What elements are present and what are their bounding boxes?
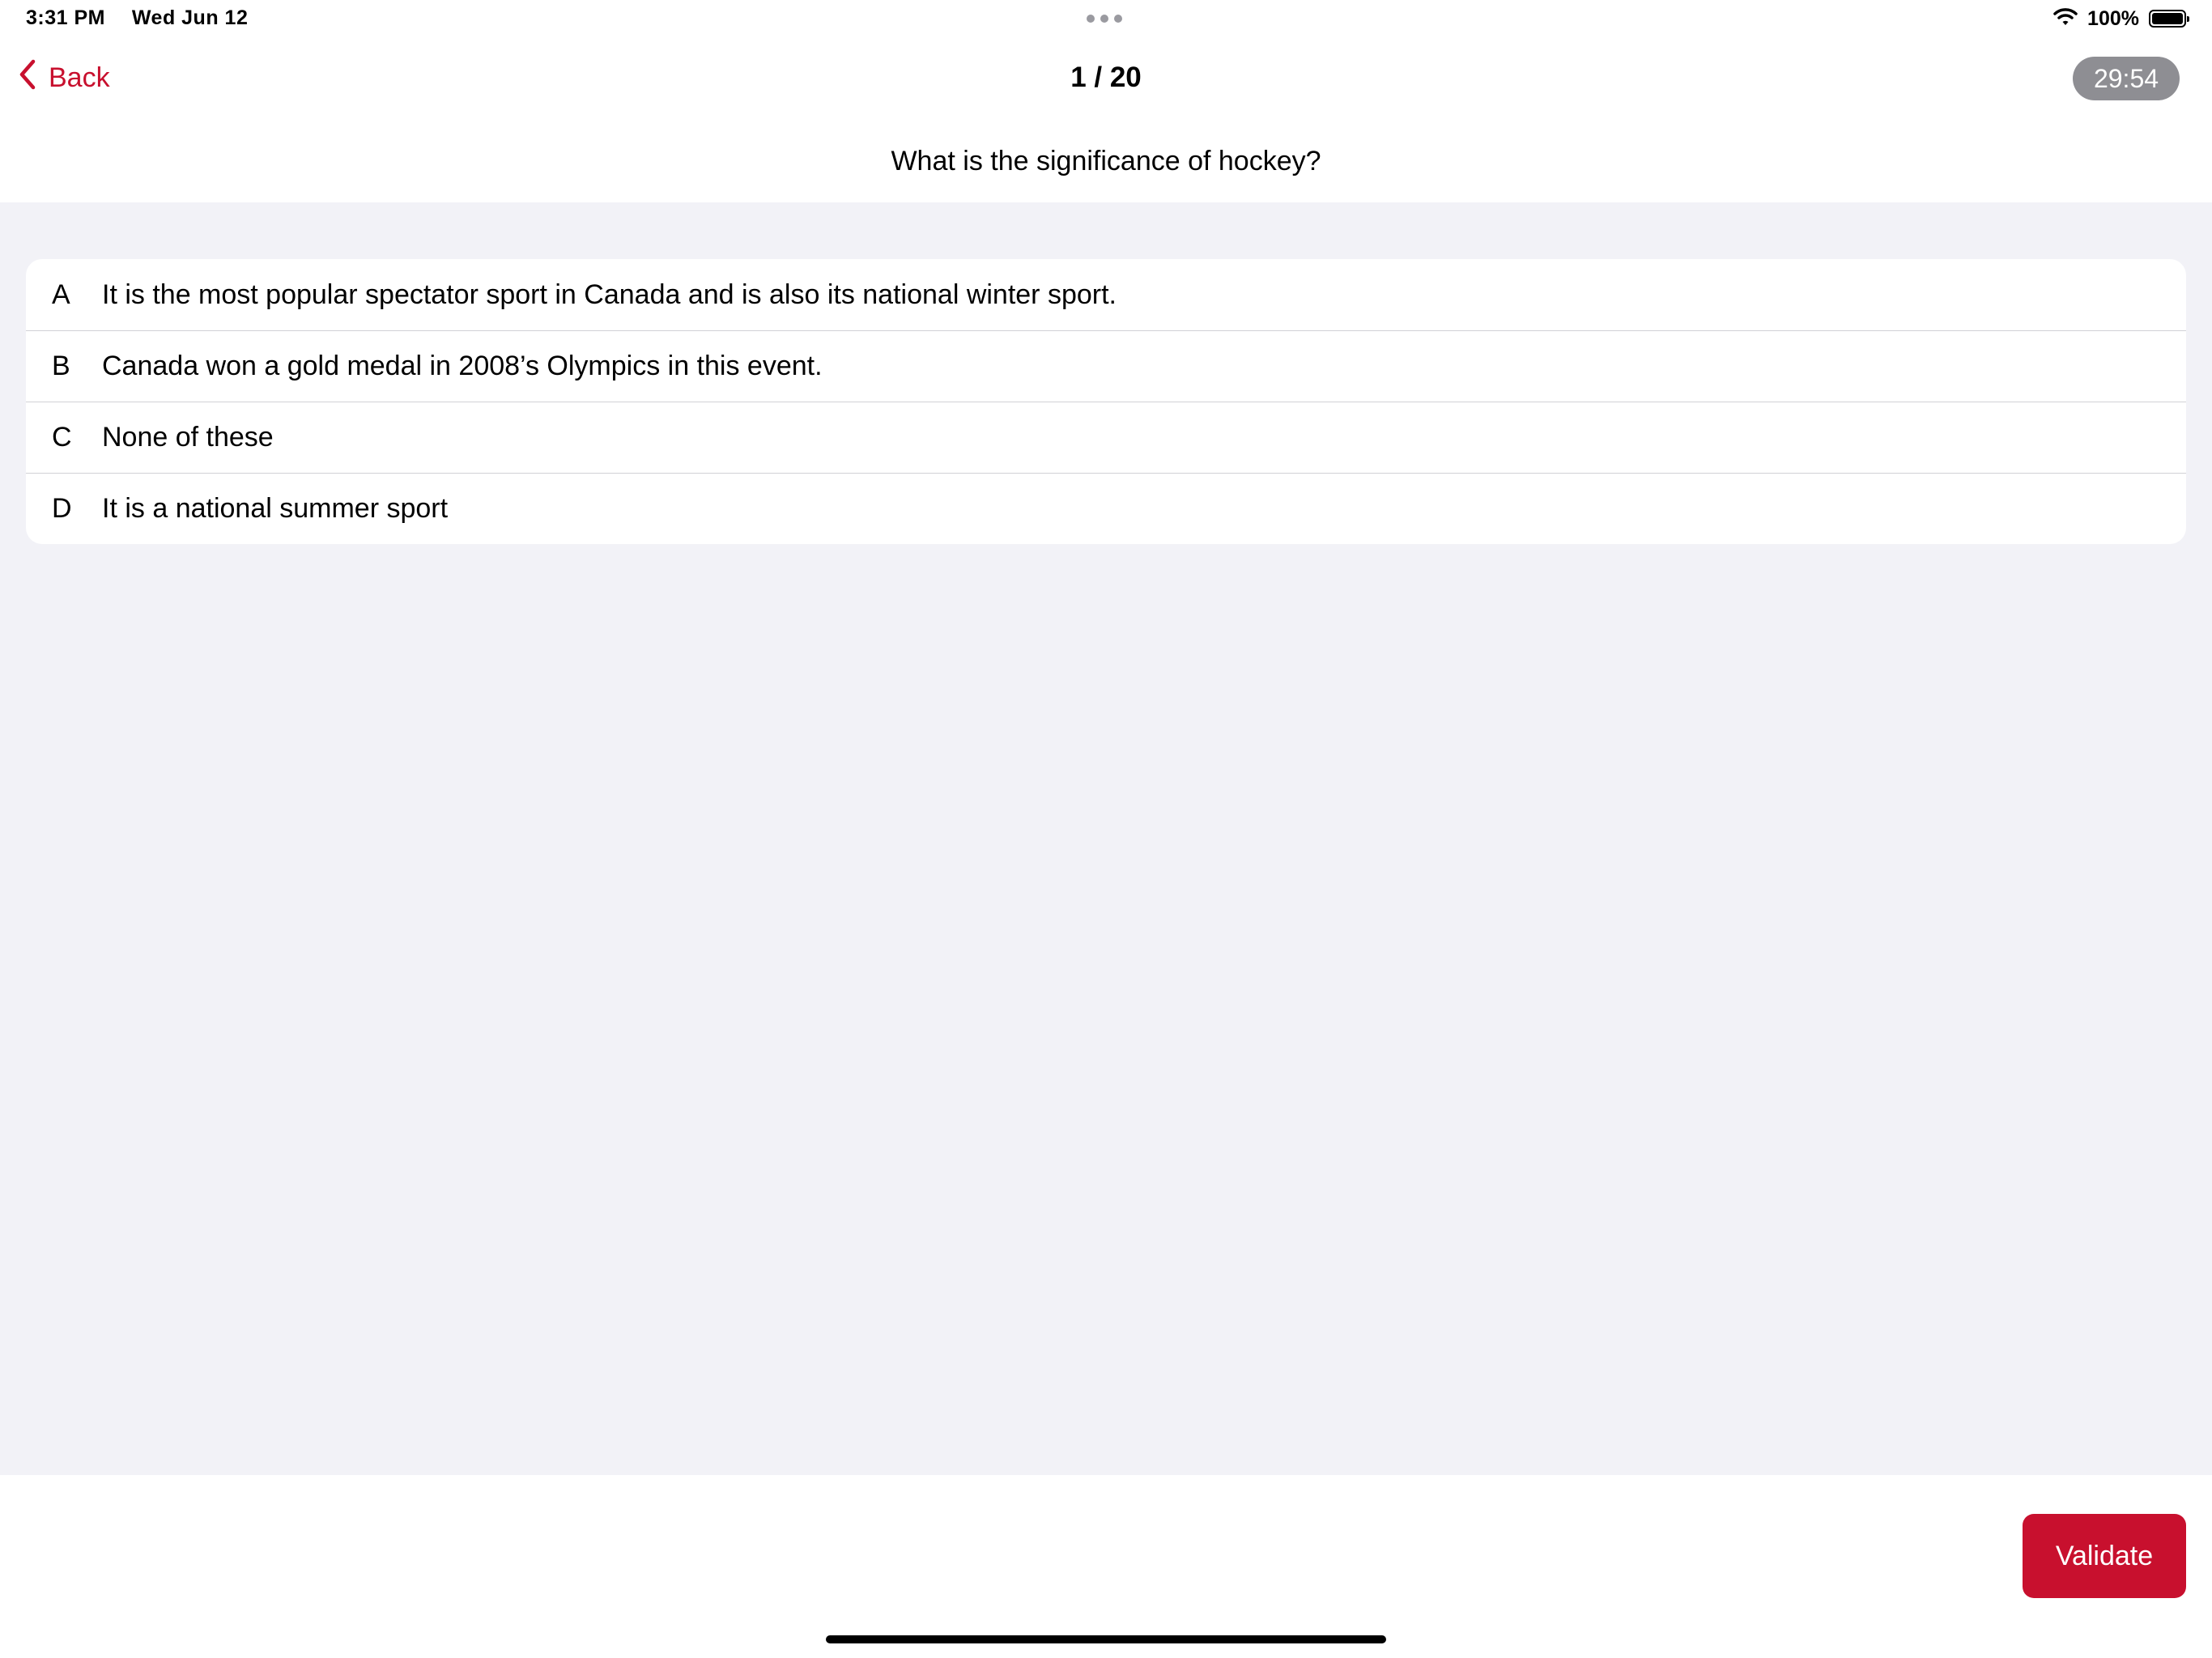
answer-letter: A [52,278,70,310]
answer-letter: C [52,421,72,453]
wifi-icon [2053,7,2078,31]
answer-option-c[interactable]: C None of these [26,402,2186,473]
question-counter: 1 / 20 [1070,62,1142,93]
answer-text: None of these [102,421,274,453]
timer-badge: 29:54 [2073,57,2180,100]
answer-text: Canada won a gold medal in 2008’s Olympi… [102,350,823,381]
status-bar: 3:31 PM Wed Jun 12 100% [0,0,2212,39]
answer-text: It is the most popular spectator sport i… [102,278,1117,310]
answer-option-a[interactable]: A It is the most popular spectator sport… [26,259,2186,330]
answer-letter: D [52,492,72,524]
multitasking-dots-icon[interactable] [1087,15,1125,23]
answer-text: It is a national summer sport [102,492,449,524]
answers-list: A It is the most popular spectator sport… [26,259,2186,544]
home-indicator[interactable] [826,1635,1386,1643]
status-date: Wed Jun 12 [131,6,249,29]
answer-option-b[interactable]: B Canada won a gold medal in 2008’s Olym… [26,330,2186,402]
bottom-bar: Validate [0,1475,2212,1658]
status-clock: 3:31 PM [26,6,105,29]
validate-button[interactable]: Validate [2023,1514,2186,1598]
answer-option-d[interactable]: D It is a national summer sport [26,473,2186,544]
battery-percent: 100% [2087,6,2139,30]
status-time: 3:31 PM Wed Jun 12 [26,6,248,30]
question-text: What is the significance of hockey? [891,146,1321,176]
answer-letter: B [52,350,70,381]
content-area: A It is the most popular spectator sport… [0,202,2212,1475]
battery-level [2152,13,2183,24]
battery-icon [2149,10,2189,28]
status-indicators: 100% [2053,5,2189,32]
navigation-bar: Back 1 / 20 29:54 What is the significan… [0,39,2212,176]
